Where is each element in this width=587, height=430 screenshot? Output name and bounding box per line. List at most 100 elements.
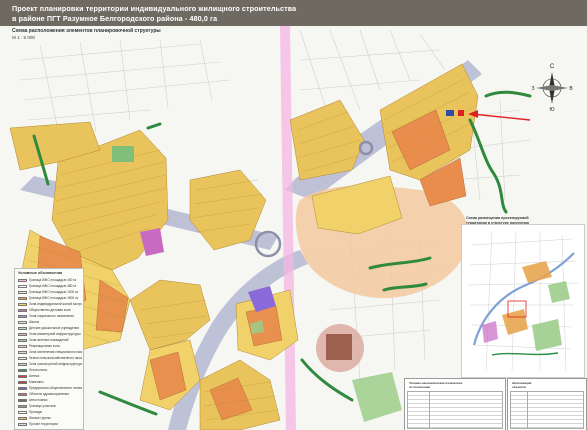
legend-swatch: [18, 356, 27, 361]
legend-swatch: [18, 386, 27, 391]
legend-swatch: [18, 392, 27, 397]
legend-swatch: [18, 278, 27, 283]
legend-swatch: [18, 320, 27, 325]
legend-item: Аптека: [18, 374, 82, 379]
legend-label: Зона индивидуальной жилой застройки: [29, 302, 82, 306]
legend-swatch: [18, 284, 27, 289]
legend-label: Детские дошкольные учреждения: [29, 326, 80, 330]
legend-label: Прочие территории: [29, 422, 58, 426]
legend-swatch: [18, 380, 27, 385]
legend-item: Рекреационная зона: [18, 344, 82, 349]
legend-item: Школы: [18, 320, 82, 325]
inset-map-drawing: [462, 225, 584, 377]
location-inset-map[interactable]: [461, 224, 585, 378]
legend-label: Магазины: [29, 380, 44, 384]
explication-table-grid: [510, 391, 584, 429]
legend-label: Лесополосы: [29, 368, 48, 372]
legend-item: Граница ИЖС площадью 1500 га: [18, 296, 82, 301]
compass-e: В: [569, 86, 573, 92]
legend-swatch: [18, 296, 27, 301]
legend-item: Общественно-деловая зона: [18, 308, 82, 313]
legend-label: Зона озеленения специального назначения: [29, 350, 82, 354]
legend-label: Граница ИЖС площадью 400 га: [29, 278, 77, 282]
legend-label: Рекреационная зона: [29, 344, 60, 348]
legend-swatch: [18, 398, 27, 403]
compass-n: С: [550, 64, 555, 70]
legend-label: Предприятия общественного питания: [29, 386, 82, 390]
page-title-line2: в районе ПГТ Разумное Белгородского райо…: [12, 14, 218, 23]
legend-item: Объекты здравоохранения: [18, 392, 82, 397]
legend-item: Зона транспортной инфраструктуры: [18, 362, 82, 367]
legend-label: Земли сельскохозяйственного назначения: [29, 356, 82, 360]
legend-label: Граница ИЖС площадью 480 га: [29, 284, 77, 288]
legend-item: Автостоянки: [18, 398, 82, 403]
legend-item: Зона инженерной инфраструктуры: [18, 332, 82, 337]
explication-table: Экспликация объектов: [507, 378, 587, 430]
legend-item: Граница ИЖС площадью 480 га: [18, 284, 82, 289]
legend-swatch: [18, 332, 27, 337]
legend-label: Граница ИЖС площадью 1000 га: [29, 290, 78, 294]
legend-label: Жилые группы: [29, 416, 51, 420]
legend-swatch: [18, 422, 27, 427]
statistics-table-grid: [407, 391, 503, 429]
public-building-brown: [326, 334, 352, 360]
legend-swatch: [18, 350, 27, 355]
legend-label: Проезды: [29, 410, 43, 414]
compass-s: Ю: [549, 107, 554, 112]
legend-swatch: [18, 314, 27, 319]
legend-swatch: [18, 302, 27, 307]
legend-swatch: [18, 362, 27, 367]
legend-swatch: [18, 368, 27, 373]
legend-swatch: [18, 344, 27, 349]
explication-table-title-line2: объектов: [512, 385, 527, 389]
legend-item: Жилые группы: [18, 416, 82, 421]
legend-label: Зона транспортной инфраструктуры: [29, 362, 82, 366]
legend-label: Зона социального назначения: [29, 314, 74, 318]
legend-label: Автостоянки: [29, 398, 48, 402]
legend-swatch: [18, 374, 27, 379]
legend-swatch: [18, 308, 27, 313]
legend-item: Граница ИЖС площадью 1000 га: [18, 290, 82, 295]
legend-item: Зона зеленых насаждений: [18, 338, 82, 343]
ne-public-red-spot: [458, 110, 464, 116]
legend-item: Земли сельскохозяйственного назначения: [18, 356, 82, 361]
legend-swatch: [18, 326, 27, 331]
legend-label: Объекты здравоохранения: [29, 392, 69, 396]
legend-label: Границы участков: [29, 404, 56, 408]
legend-swatch: [18, 290, 27, 295]
legend-swatch: [18, 416, 27, 421]
statistics-table: Технико-экономические показатели по посе…: [404, 378, 506, 430]
page-title-line1: Проект планировки территории индивидуаль…: [12, 4, 297, 13]
ne-public-blue-spot: [446, 110, 454, 116]
legend-label: Аптека: [29, 374, 40, 378]
inset-caption-line1: Схема размещения проектируемой: [466, 216, 529, 220]
legend-item: Зона индивидуальной жилой застройки: [18, 302, 82, 307]
legend-swatch: [18, 410, 27, 415]
legend-label: Граница ИЖС площадью 1500 га: [29, 296, 78, 300]
legend-swatch: [18, 404, 27, 409]
legend-item: Магазины: [18, 380, 82, 385]
scheme-caption: Схема расположения элементов планировочн…: [12, 28, 161, 34]
header-band: Проект планировки территории индивидуаль…: [0, 0, 587, 26]
legend-label: Общественно-деловая зона: [29, 308, 71, 312]
map-sheet: Проект планировки территории индивидуаль…: [0, 0, 587, 430]
school-block-green: [112, 146, 134, 162]
legend-item: Предприятия общественного питания: [18, 386, 82, 391]
legend-item: Границы участков: [18, 404, 82, 409]
legend-title: Условные обозначения: [18, 271, 63, 275]
compass-w: З: [531, 86, 534, 92]
legend-label: Зона зеленых насаждений: [29, 338, 69, 342]
statistics-table-title-line2: по поселению: [409, 385, 431, 389]
legend-item: Граница ИЖС площадью 400 га: [18, 278, 82, 283]
scale-caption: М 1 : 5 000: [12, 35, 35, 40]
legend-item: Лесополосы: [18, 368, 82, 373]
legend-item: Детские дошкольные учреждения: [18, 326, 82, 331]
legend-label: Школы: [29, 320, 40, 324]
compass-rose-icon: С Ю З В: [531, 64, 573, 112]
map-legend: Условные обозначения Граница ИЖС площадь…: [14, 268, 84, 430]
legend-item: Прочие территории: [18, 422, 82, 427]
legend-item: Проезды: [18, 410, 82, 415]
legend-swatch: [18, 338, 27, 343]
legend-label: Зона инженерной инфраструктуры: [29, 332, 81, 336]
legend-item: Зона социального назначения: [18, 314, 82, 319]
